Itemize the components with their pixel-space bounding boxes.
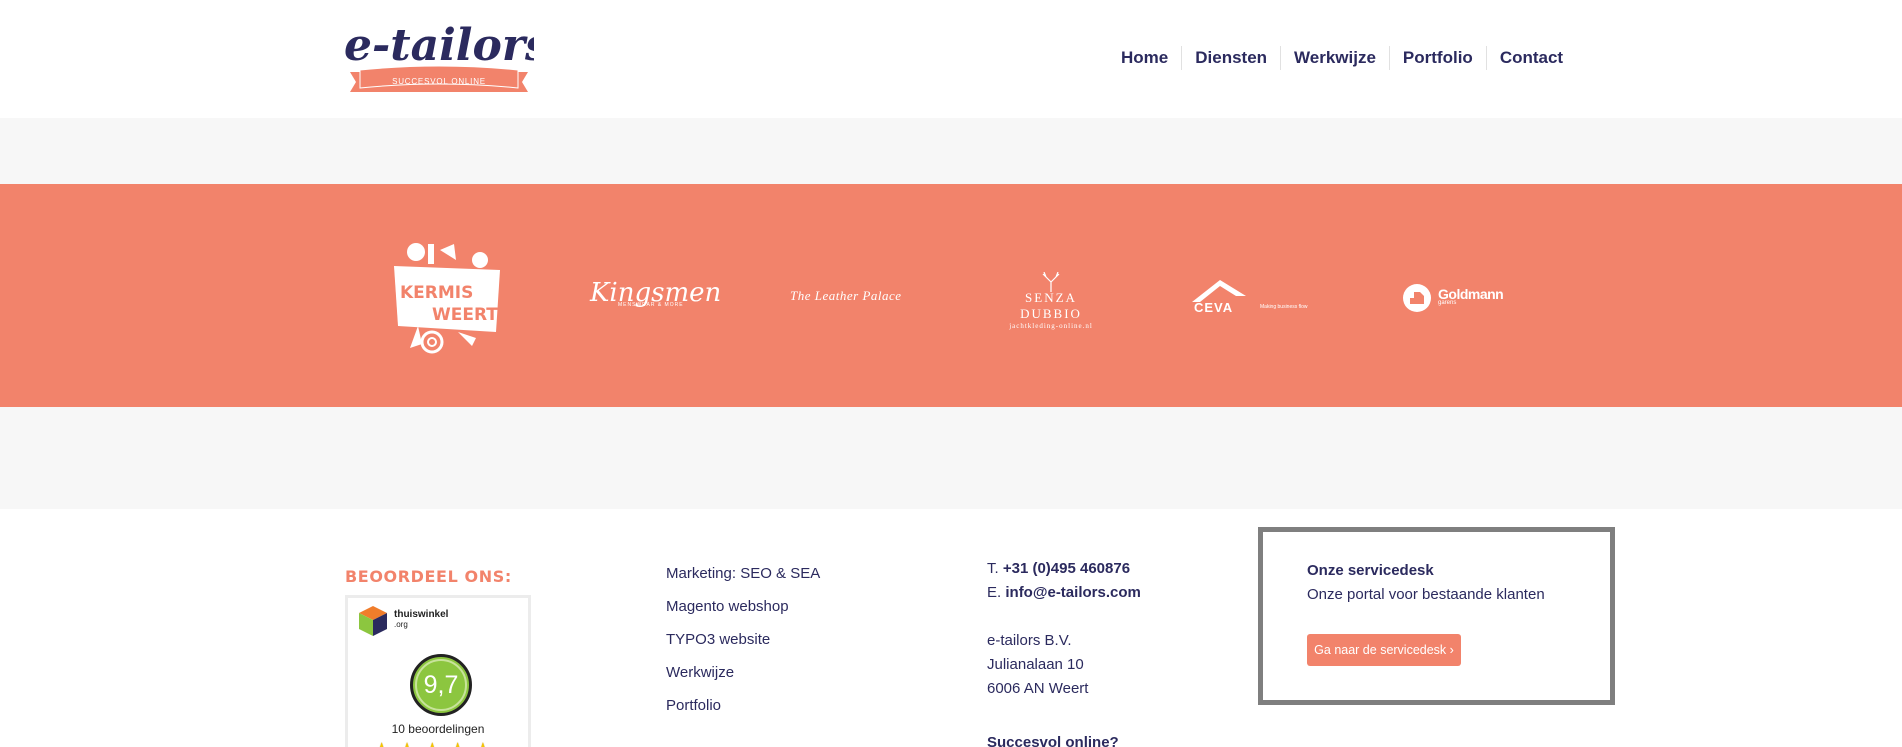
rating-stars: ★ ★ ★ ★ ★ [370, 739, 495, 747]
servicedesk-subtitle: Onze portal voor bestaande klanten [1307, 586, 1545, 603]
footer-link-werkwijze[interactable]: Werkwijze [666, 656, 820, 689]
logo-ribbon-text: SUCCESVOL ONLINE [392, 77, 486, 86]
contact-cta: Succesvol online? [987, 734, 1119, 747]
antler-icon [1042, 272, 1060, 292]
footer-link-marketing[interactable]: Marketing: SEO & SEA [666, 557, 820, 590]
thuiswinkel-suffix: .org [394, 620, 408, 629]
thuiswinkel-cube-icon [359, 606, 387, 636]
nav-werkwijze[interactable]: Werkwijze [1280, 46, 1389, 70]
client-logo-goldmann[interactable]: Goldmann garens [1402, 282, 1508, 314]
star-icon: ★ [446, 739, 469, 747]
goldmann-emblem-icon [1403, 284, 1431, 312]
footer-contact: T. +31 (0)495 460876 E. info@e-tailors.c… [987, 557, 1141, 747]
rating-score-badge: 9,7 [410, 654, 472, 716]
nav-portfolio[interactable]: Portfolio [1388, 46, 1486, 70]
logo-wordmark: e-tailors [344, 20, 534, 71]
nav-home[interactable]: Home [1108, 46, 1181, 70]
nav-diensten[interactable]: Diensten [1181, 46, 1280, 70]
contact-phone[interactable]: +31 (0)495 460876 [1003, 560, 1130, 577]
contact-street: Julianalaan 10 [987, 656, 1084, 673]
star-icon: ★ [370, 739, 393, 747]
thuiswinkel-rating-widget[interactable]: thuiswinkel .org 9,7 10 beoordelingen ★ … [345, 595, 531, 747]
spacer-band-bottom [0, 407, 1902, 509]
phone-prefix: T. [987, 560, 999, 577]
thuiswinkel-brand: thuiswinkel [394, 609, 449, 620]
kermis-line1: KERMIS [400, 283, 473, 303]
client-logo-leather-palace[interactable]: The Leather Palace [790, 288, 910, 308]
client-logo-kermis-weert[interactable]: KERMIS WEERT [388, 240, 506, 358]
leather-name: The Leather Palace [790, 288, 902, 303]
footer-link-magento[interactable]: Magento webshop [666, 590, 820, 623]
goldmann-sub: garens [1438, 300, 1457, 306]
email-prefix: E. [987, 584, 1002, 601]
review-count: 10 beoordelingen [391, 722, 485, 736]
star-icon: ★ [471, 739, 494, 747]
footer-links: Marketing: SEO & SEA Magento webshop TYP… [666, 557, 820, 722]
ceva-mark: CEVA [1192, 280, 1246, 315]
spacer-band-top [0, 118, 1902, 184]
rate-title: BEOORDEEL ONS: [345, 567, 512, 586]
senza-name: SENZA DUBBIO [1020, 290, 1082, 321]
main-nav: Home Diensten Werkwijze Portfolio Contac… [1108, 46, 1576, 70]
contact-phone-line: T. +31 (0)495 460876 [987, 557, 1141, 581]
contact-city: 6006 AN Weert [987, 680, 1089, 697]
nav-contact[interactable]: Contact [1485, 46, 1576, 70]
client-logo-kingsmen[interactable]: Kingsmen MENSWEAR & MORE [590, 278, 721, 318]
contact-email[interactable]: info@e-tailors.com [1005, 584, 1140, 601]
ceva-tagline: Making business flow [1260, 304, 1308, 310]
footer-link-typo3[interactable]: TYPO3 website [666, 623, 820, 656]
site-header: e-tailors SUCCESVOL ONLINE Home Diensten… [0, 0, 1902, 118]
ceva-name: CEVA [1194, 300, 1233, 314]
servicedesk-button[interactable]: Ga naar de servicedesk › [1307, 634, 1461, 666]
servicedesk-title: Onze servicedesk [1307, 562, 1434, 579]
contact-email-line: E. info@e-tailors.com [987, 581, 1141, 605]
site-footer: BEOORDEEL ONS: thuiswinkel .org 9,7 10 b… [0, 509, 1902, 747]
servicedesk-box: Onze servicedesk Onze portal voor bestaa… [1258, 527, 1615, 705]
client-logo-strip: KERMIS WEERT Kingsmen MENSWEAR & MORE Th… [0, 184, 1902, 407]
client-logo-senza-dubbio[interactable]: SENZA DUBBIO jachtkleding-online.nl [996, 272, 1106, 330]
senza-url: jachtkleding-online.nl [1009, 322, 1093, 330]
kingsmen-sub: MENSWEAR & MORE [618, 302, 684, 308]
footer-link-portfolio[interactable]: Portfolio [666, 689, 820, 722]
star-icon: ★ [421, 739, 444, 747]
site-logo[interactable]: e-tailors SUCCESVOL ONLINE [344, 18, 550, 104]
client-logo-ceva[interactable]: CEVA Making business flow [1190, 274, 1320, 318]
kermis-line2: WEERT [432, 305, 498, 325]
contact-company: e-tailors B.V. [987, 632, 1072, 649]
star-icon: ★ [395, 739, 418, 747]
